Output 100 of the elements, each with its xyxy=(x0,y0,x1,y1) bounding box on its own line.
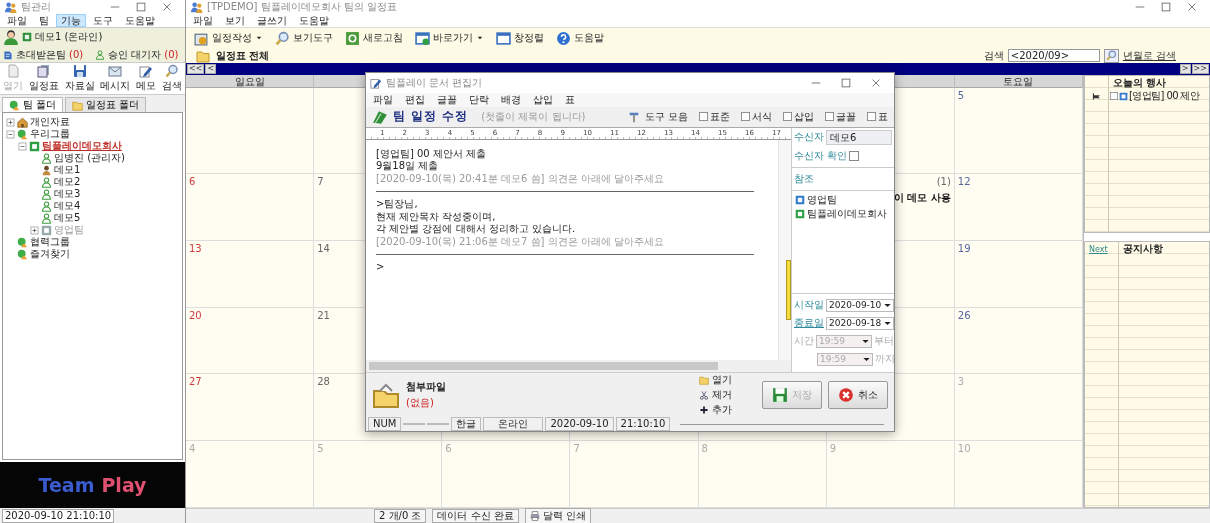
search-link[interactable]: 년월로 검색 xyxy=(1122,48,1176,63)
date-number: 14 xyxy=(317,242,330,254)
date-number: 28 xyxy=(317,376,330,388)
menu-item[interactable]: 배경 xyxy=(496,93,526,107)
file-action[interactable]: 제거 xyxy=(699,388,732,402)
folder-tab[interactable]: 일정표 폴더 xyxy=(65,97,147,112)
menu-item[interactable]: 글꼴 xyxy=(432,93,462,107)
expand-toggle[interactable] xyxy=(18,141,27,151)
file-action[interactable]: 열기 xyxy=(699,373,732,387)
toolbar-checkbox[interactable] xyxy=(699,112,708,122)
toolbar-label: 도구 모음 xyxy=(644,109,688,124)
nav-button[interactable]: >> xyxy=(1191,64,1209,74)
tree-item[interactable]: 데모2 xyxy=(54,175,81,189)
person-icon xyxy=(41,152,52,164)
tree-item[interactable]: 즐겨찾기 xyxy=(30,247,70,261)
toolbar-button[interactable]: 일정작성 xyxy=(194,30,263,46)
date-dropdown[interactable]: 2020-09-18 xyxy=(826,316,894,330)
menu-item[interactable]: 도구 xyxy=(88,14,118,27)
menu-item[interactable]: 표 xyxy=(560,93,580,107)
toolbar-checkbox[interactable] xyxy=(783,112,792,122)
weekday-label: 토요일 xyxy=(1003,76,1034,87)
toolbar-button[interactable]: 일정표 xyxy=(27,64,60,93)
date-number: 9 xyxy=(829,443,837,455)
text-line: 각 제안별 강점에 대해서 정리하고 있습니다. xyxy=(376,223,577,236)
toolbar-button[interactable]: 자료실 xyxy=(63,64,96,93)
checkbox-label: 표 xyxy=(878,109,888,124)
weekday-label: 일요일 xyxy=(234,76,265,87)
dialog-button[interactable]: 취소 xyxy=(828,381,888,409)
toolbar-checkbox[interactable] xyxy=(741,112,750,122)
close-icon[interactable] xyxy=(1186,1,1198,13)
status-text: 2 개/0 조 xyxy=(374,509,427,523)
menu-item[interactable]: 도움말 xyxy=(120,14,160,27)
event-checkbox[interactable] xyxy=(1110,92,1118,100)
tree-item[interactable]: 우리그룹 xyxy=(30,127,70,141)
edit-icon xyxy=(370,76,382,89)
person-icon xyxy=(41,212,52,224)
next-link[interactable]: Next xyxy=(1085,244,1119,254)
window-title: 팀관리 xyxy=(21,0,51,14)
printer-icon xyxy=(529,511,540,521)
today-event[interactable]: [영업팀] 00 제안 xyxy=(1129,89,1200,103)
date-dropdown[interactable]: 2020-09-10 xyxy=(826,298,894,312)
folder-icon xyxy=(196,48,210,63)
toolbar-button[interactable]: 창정렬 xyxy=(496,30,544,46)
cc-item[interactable]: 팀플레이데모회사 xyxy=(807,206,887,221)
nav-button[interactable]: < xyxy=(205,64,217,74)
file-action[interactable]: 추가 xyxy=(699,403,732,417)
date-number: 7 xyxy=(317,176,324,187)
menu-item[interactable]: 편집 xyxy=(400,93,430,107)
app-icon xyxy=(190,0,203,14)
event-title[interactable]: 이 데모 사용 xyxy=(893,191,951,205)
menu-item[interactable]: 파일 xyxy=(2,14,32,27)
menu-item[interactable]: 팀 xyxy=(34,14,54,27)
tree-item[interactable]: 데모5 xyxy=(54,211,81,225)
folder-tab[interactable]: 팀 폴더 xyxy=(2,97,64,112)
date-label[interactable]: 종료일 xyxy=(794,316,824,330)
tree-item[interactable]: 개인자료 xyxy=(30,115,70,129)
tree-item[interactable]: 데모4 xyxy=(54,199,81,213)
cc-item[interactable]: 영업팀 xyxy=(807,192,837,207)
menu-item[interactable]: 파일 xyxy=(368,93,398,107)
recipient-field[interactable]: 데모6 xyxy=(826,129,892,145)
menu-item[interactable]: 글쓰기 xyxy=(252,14,292,27)
date-label[interactable]: 시작일 xyxy=(794,298,824,312)
toolbar-button[interactable]: 바로가기 xyxy=(415,30,484,46)
maximize-icon[interactable] xyxy=(840,76,852,89)
maximize-icon[interactable] xyxy=(1160,1,1172,13)
menu-item[interactable]: 기능 xyxy=(56,14,86,27)
tree-item[interactable]: 협력그룹 xyxy=(30,235,70,249)
tree-item[interactable]: 데모3 xyxy=(54,187,81,201)
close-icon[interactable] xyxy=(161,1,173,13)
toolbar-button[interactable]: 새로고침 xyxy=(345,30,403,46)
search-field[interactable]: <2020/09> xyxy=(1007,49,1100,62)
toolbar-button[interactable]: 메모 xyxy=(135,64,158,93)
toolbar-button[interactable]: 보기도구 xyxy=(275,30,333,46)
person-icon xyxy=(41,176,52,188)
window-icon xyxy=(415,30,430,46)
tree-item[interactable]: 팀플레이데모회사 xyxy=(42,139,122,153)
toolbar-button[interactable]: 검색 xyxy=(161,64,184,93)
caret-icon xyxy=(255,34,263,42)
menu-item[interactable]: 삽입 xyxy=(528,93,558,107)
menu-item[interactable]: 파일 xyxy=(188,14,218,27)
toolbar-button[interactable]: 메시지 xyxy=(99,64,132,93)
toolbar-button[interactable]: 도움말 xyxy=(556,30,604,46)
nav-button[interactable]: > xyxy=(1179,64,1191,74)
menu-item[interactable]: 도움말 xyxy=(294,14,334,27)
window-title: [TPDEMO] 팀플레이데모회사 팀의 일정표 xyxy=(207,0,397,14)
menu-item[interactable]: 보기 xyxy=(220,14,250,27)
tree-item[interactable]: 임병진 (관리자) xyxy=(54,151,125,165)
search-button[interactable] xyxy=(1103,48,1119,63)
checkbox-label: 삽입 xyxy=(794,109,814,124)
nav-button[interactable]: << xyxy=(187,64,205,74)
team-icon xyxy=(795,194,805,205)
toolbar-checkbox[interactable] xyxy=(867,112,876,122)
menu-item[interactable]: 단락 xyxy=(464,93,494,107)
expand-toggle[interactable] xyxy=(6,117,15,127)
maximize-icon[interactable] xyxy=(135,1,147,13)
print-button[interactable]: 달력 인쇄 xyxy=(524,508,591,523)
confirm-checkbox[interactable] xyxy=(849,150,860,161)
expand-toggle[interactable] xyxy=(6,129,15,139)
toolbar-checkbox[interactable] xyxy=(825,112,834,122)
tree-item[interactable]: 데모1 xyxy=(54,163,81,177)
